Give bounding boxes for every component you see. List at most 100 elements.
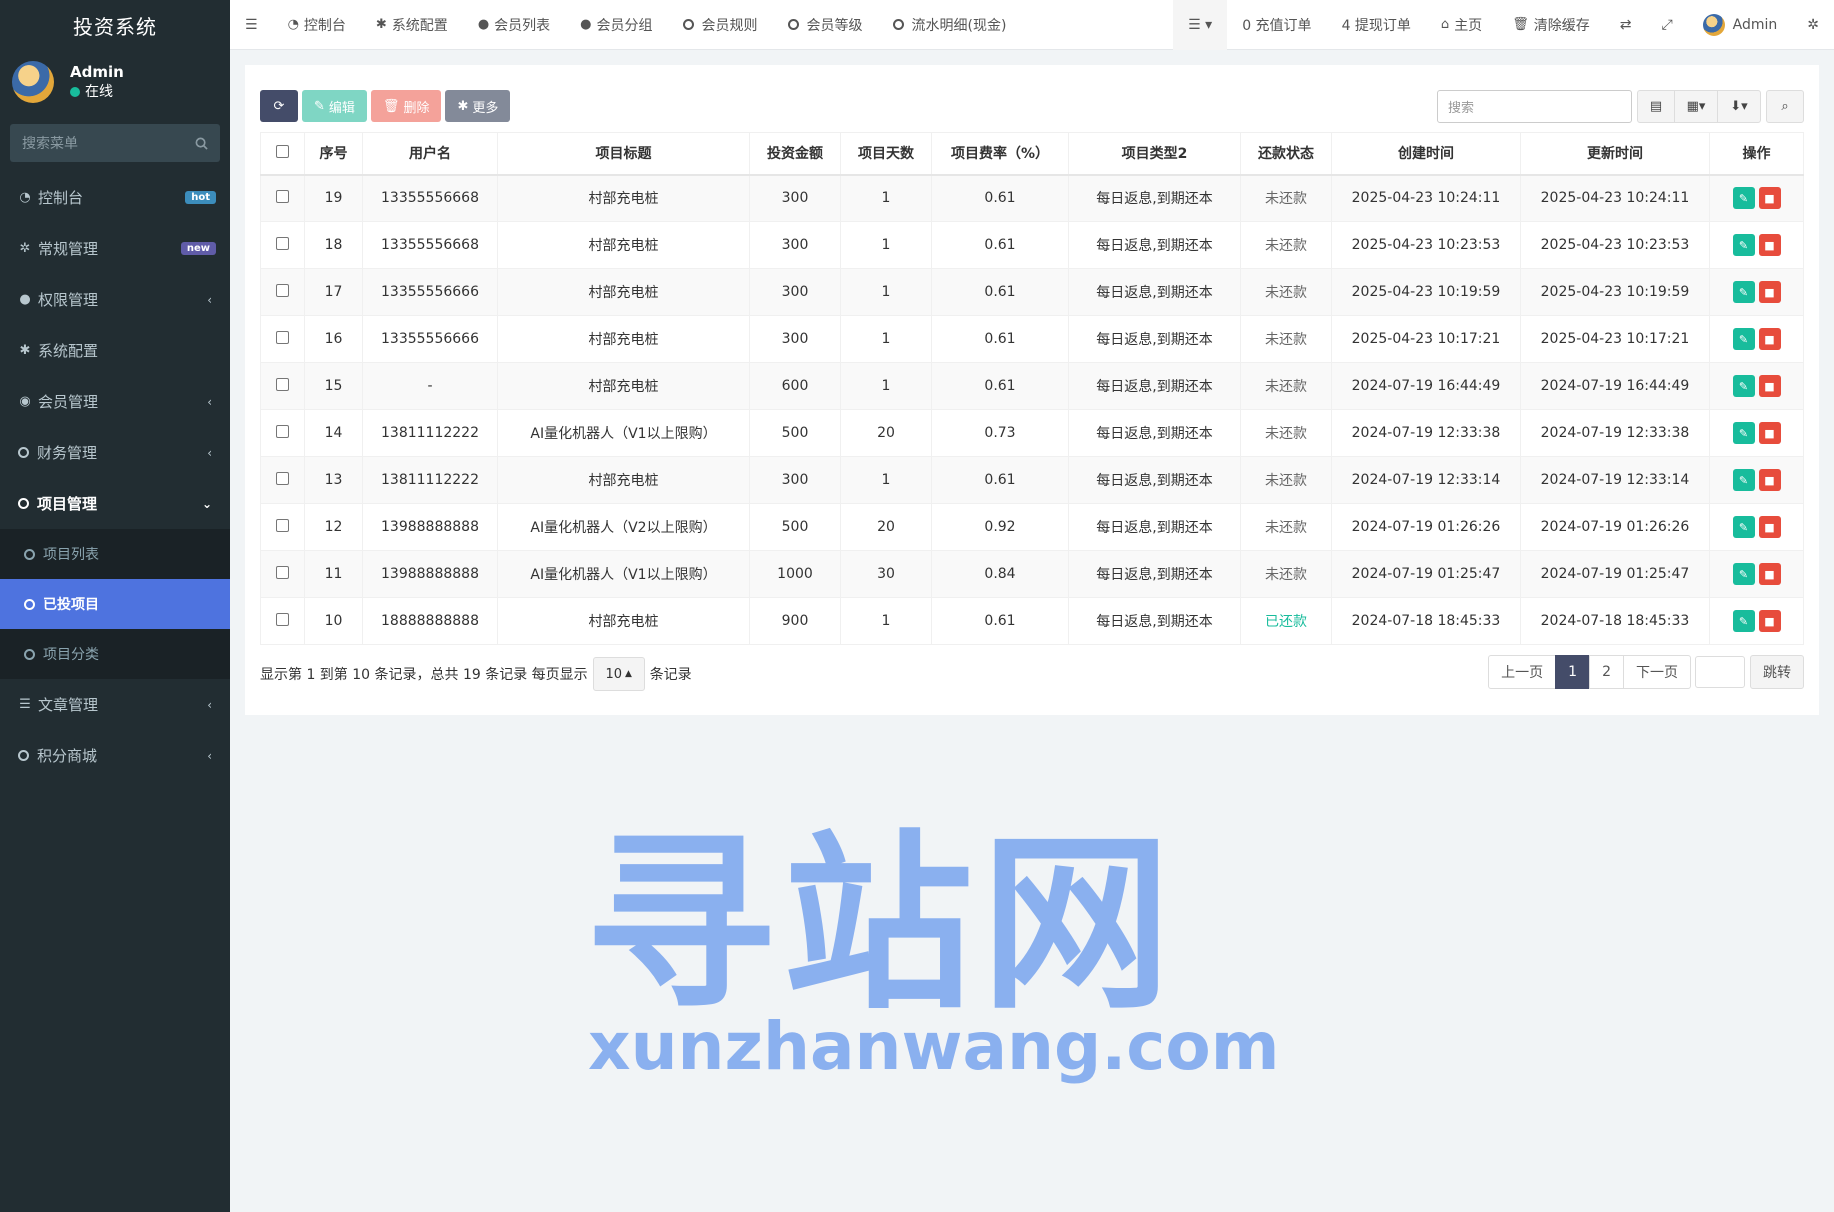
row-edit-button[interactable]: ✎ <box>1732 610 1755 632</box>
row-checkbox[interactable] <box>276 283 289 297</box>
sidebar-item-general[interactable]: ✲ 常规管理 new <box>0 223 230 274</box>
row-checkbox[interactable] <box>276 189 289 203</box>
row-delete-button[interactable]: ■ <box>1758 610 1781 632</box>
row-delete-button[interactable]: ■ <box>1758 187 1781 210</box>
page-1-button[interactable]: 1 <box>1555 655 1591 689</box>
sidebar-item-points-mall[interactable]: 积分商城 ‹ <box>0 730 230 781</box>
row-select-cell[interactable] <box>260 362 305 410</box>
row-checkbox[interactable] <box>276 236 289 250</box>
sidebar-toggle-button[interactable]: ☰ <box>230 0 273 50</box>
jump-button[interactable]: 跳转 <box>1750 655 1804 689</box>
col-header[interactable]: 项目费率（%） <box>931 132 1069 176</box>
row-checkbox[interactable] <box>276 518 289 532</box>
prev-page-button[interactable]: 上一页 <box>1488 655 1557 689</box>
row-edit-button[interactable]: ✎ <box>1732 422 1755 444</box>
withdraw-orders-link[interactable]: 4 提现订单 <box>1327 0 1426 50</box>
columns-button[interactable]: ▦▾ <box>1674 90 1718 123</box>
export-button[interactable]: ⬇▾ <box>1717 90 1761 123</box>
tab-member-rules[interactable]: 会员规则 <box>668 0 773 50</box>
row-delete-button[interactable]: ■ <box>1758 422 1781 444</box>
table-row[interactable]: 19 13355556668 村部充电桩 300 1 0.61 每日返息,到期还本 未还款 20… <box>260 174 1804 222</box>
table-row[interactable]: 17 13355556666 村部充电桩 300 1 0.61 每日返息,到期还本 未还款 20… <box>260 268 1804 316</box>
tab-dashboard[interactable]: ◔ 控制台 <box>273 0 361 50</box>
table-row[interactable]: 11 13988888888 AI量化机器人（V1以上限购） 1000 30 0.84 每日… <box>260 550 1804 598</box>
row-delete-button[interactable]: ■ <box>1758 328 1781 350</box>
row-checkbox[interactable] <box>276 424 289 438</box>
clear-cache-button[interactable]: 🗑 清除缓存 <box>1497 0 1605 50</box>
sidebar-item-project-category[interactable]: 项目分类 <box>0 629 230 679</box>
admin-menu[interactable]: Admin <box>1688 0 1793 50</box>
fullscreen-button[interactable]: ⤢ <box>1646 0 1687 50</box>
row-delete-button[interactable]: ■ <box>1758 281 1781 303</box>
table-row[interactable]: 12 13988888888 AI量化机器人（V2以上限购） 500 20 0.92 每日返… <box>260 503 1804 551</box>
row-delete-button[interactable]: ■ <box>1758 234 1781 256</box>
edit-button[interactable]: ✎ 编辑 <box>302 90 367 122</box>
menu-search-input[interactable]: 搜索菜单 <box>10 124 220 162</box>
col-header[interactable]: 创建时间 <box>1331 132 1521 176</box>
table-row[interactable]: 15- 村部充电桩 600 1 0.61 每日返息,到期还本 未还款 2024-07-19 1… <box>260 362 1804 410</box>
sidebar-item-projects[interactable]: 项目管理 ⌄ <box>0 478 230 529</box>
row-select-cell[interactable] <box>260 503 305 551</box>
tab-member-level[interactable]: 会员等级 <box>773 0 878 50</box>
recharge-orders-link[interactable]: 0 充值订单 <box>1227 0 1326 50</box>
row-edit-button[interactable]: ✎ <box>1732 375 1755 397</box>
next-page-button[interactable]: 下一页 <box>1623 655 1691 689</box>
more-button[interactable]: ✱ 更多 <box>445 90 511 122</box>
jump-page-input[interactable] <box>1695 656 1745 688</box>
app-title[interactable]: 投资系统 <box>0 0 230 50</box>
table-row[interactable]: 14 13811112222 AI量化机器人（V1以上限购） 500 20 0.73 每日返… <box>260 409 1804 457</box>
row-select-cell[interactable] <box>260 174 305 222</box>
row-delete-button[interactable]: ■ <box>1758 516 1781 538</box>
table-search-input[interactable]: 搜索 <box>1437 90 1632 123</box>
row-edit-button[interactable]: ✎ <box>1732 187 1755 210</box>
row-select-cell[interactable] <box>260 409 305 457</box>
control-sidebar-button[interactable]: ✲ <box>1792 0 1834 50</box>
col-header[interactable]: 投资金额 <box>749 132 841 176</box>
row-select-cell[interactable] <box>260 456 305 504</box>
col-header[interactable]: 还款状态 <box>1240 132 1332 176</box>
tab-cash-flow[interactable]: 流水明细(现金) <box>878 0 1022 50</box>
toggle-view-button[interactable]: ▤ <box>1637 90 1675 123</box>
language-button[interactable]: ⇄ <box>1605 0 1647 50</box>
tab-member-group[interactable]: ● 会员分组 <box>565 0 667 50</box>
page-2-button[interactable]: 2 <box>1589 655 1624 689</box>
home-link[interactable]: ⌂ 主页 <box>1426 0 1497 50</box>
col-header[interactable]: 序号 <box>304 132 363 176</box>
row-select-cell[interactable] <box>260 315 305 363</box>
sidebar-item-finance[interactable]: 财务管理 ‹ <box>0 427 230 478</box>
tab-member-list[interactable]: ● 会员列表 <box>463 0 565 50</box>
row-checkbox[interactable] <box>276 565 289 579</box>
sidebar-item-dashboard[interactable]: ◔ 控制台 hot <box>0 172 230 223</box>
row-edit-button[interactable]: ✎ <box>1732 328 1755 350</box>
tabs-dropdown-button[interactable]: ☰ ▾ <box>1173 0 1228 50</box>
page-size-dropdown[interactable]: 10 ▲ <box>592 657 645 691</box>
table-row[interactable]: 18 13355556668 村部充电桩 300 1 0.61 每日返息,到期还本 未还款 20… <box>260 221 1804 269</box>
sidebar-item-permissions[interactable]: ● 权限管理 ‹ <box>0 274 230 325</box>
select-all-header[interactable] <box>260 132 305 176</box>
table-row[interactable]: 10 18888888888 村部充电桩 900 1 0.61 每日返息,到期还本 已还款 20… <box>260 597 1804 645</box>
sidebar-item-project-list[interactable]: 项目列表 <box>0 529 230 579</box>
row-edit-button[interactable]: ✎ <box>1732 234 1755 256</box>
sidebar-item-invested-projects[interactable]: 已投项目 <box>0 579 230 629</box>
row-select-cell[interactable] <box>260 221 305 269</box>
row-checkbox[interactable] <box>276 471 289 485</box>
row-checkbox[interactable] <box>276 377 289 391</box>
col-header[interactable]: 项目标题 <box>497 132 750 176</box>
col-header[interactable]: 项目天数 <box>840 132 932 176</box>
sidebar-item-members[interactable]: ◉ 会员管理 ‹ <box>0 376 230 427</box>
col-header[interactable]: 用户名 <box>362 132 498 176</box>
advanced-search-button[interactable]: ⌕ <box>1766 90 1804 123</box>
row-delete-button[interactable]: ■ <box>1758 563 1781 585</box>
row-edit-button[interactable]: ✎ <box>1732 563 1755 585</box>
table-row[interactable]: 16 13355556666 村部充电桩 300 1 0.61 每日返息,到期还本 未还款 20… <box>260 315 1804 363</box>
row-edit-button[interactable]: ✎ <box>1732 516 1755 538</box>
sidebar-item-articles[interactable]: ☰ 文章管理 ‹ <box>0 679 230 730</box>
col-header[interactable]: 更新时间 <box>1520 132 1710 176</box>
select-all-checkbox[interactable] <box>276 144 289 158</box>
sidebar-item-system-config[interactable]: ✱ 系统配置 <box>0 325 230 376</box>
row-checkbox[interactable] <box>276 612 289 626</box>
delete-button[interactable]: 🗑 删除 <box>370 90 442 122</box>
row-edit-button[interactable]: ✎ <box>1732 469 1755 491</box>
tab-system-config[interactable]: ✱ 系统配置 <box>361 0 463 50</box>
row-select-cell[interactable] <box>260 550 305 598</box>
